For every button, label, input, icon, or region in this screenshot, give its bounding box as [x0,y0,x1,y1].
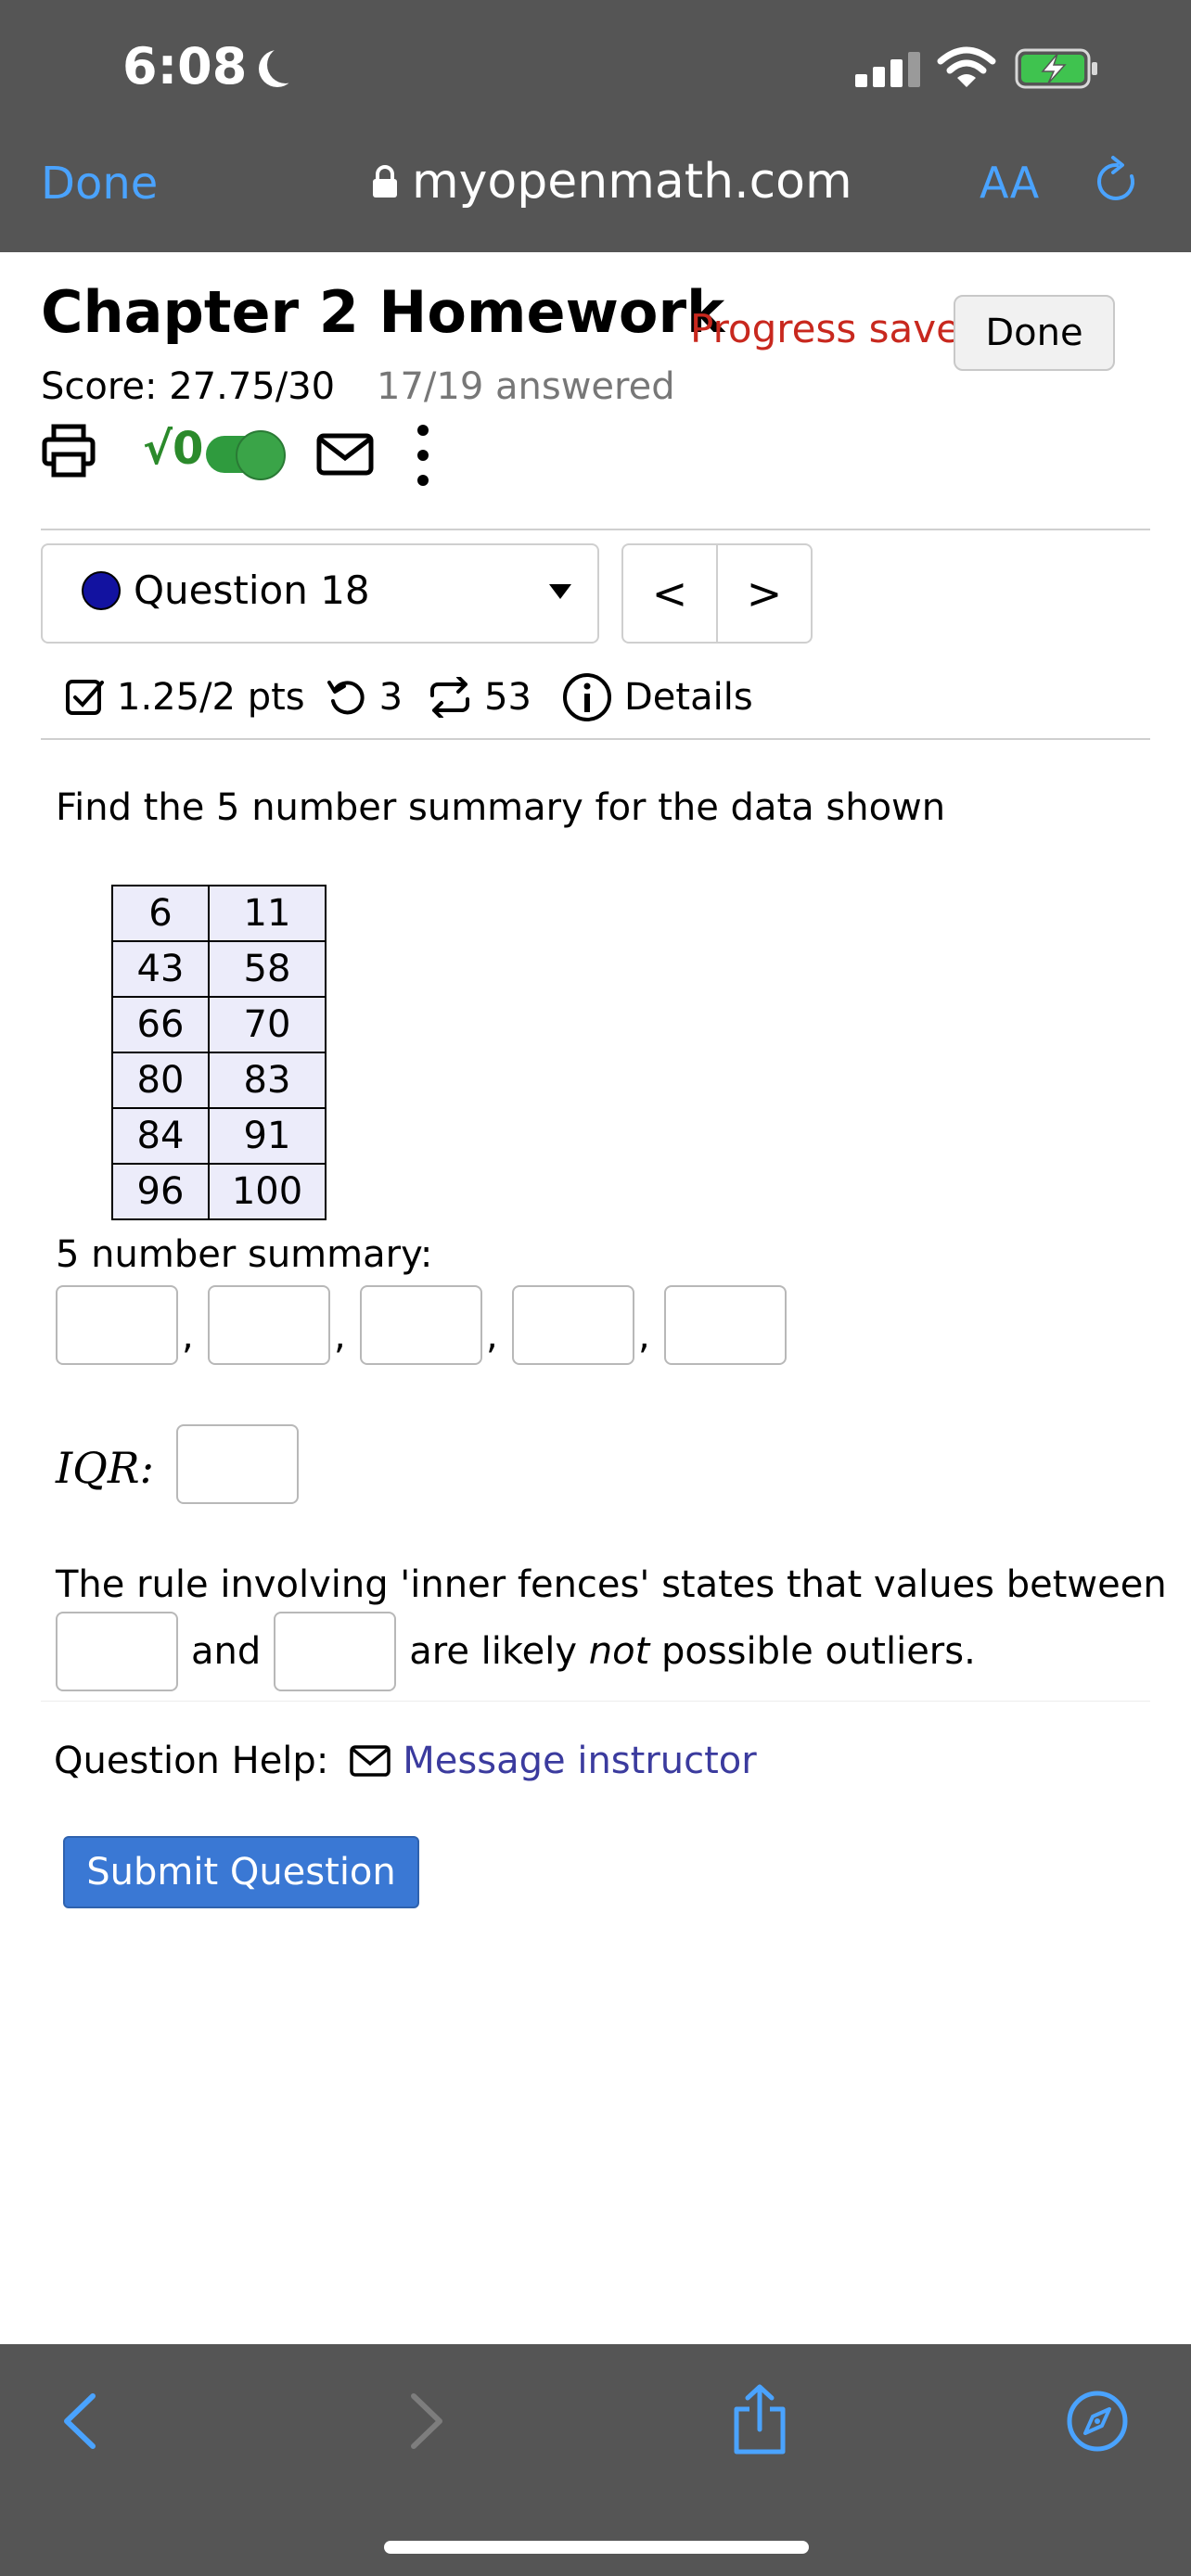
mail-icon[interactable] [315,432,375,477]
versions-icon [430,677,470,718]
lock-icon [373,165,397,198]
question-help-label: Question Help: [54,1740,329,1782]
rule-end-emphasis: not [588,1630,650,1673]
moon-icon [267,46,304,83]
details-link[interactable]: Details [624,676,753,719]
summary-input-1[interactable] [56,1285,178,1365]
table-cell: 70 [208,996,327,1053]
toggle-knob [236,430,286,480]
score-text: Score: 27.75/30 [41,365,336,408]
summary-input-2[interactable] [208,1285,330,1365]
data-table: 6 11 43 58 66 70 80 83 84 91 96 100 [111,885,327,1220]
math-entry-toggle[interactable] [206,430,286,480]
and-label: and [191,1630,262,1673]
battery-charging-icon [1015,48,1097,89]
table-cell: 96 [111,1163,210,1220]
question-help: Question Help: Message instructor [54,1740,757,1782]
summary-input-3[interactable] [360,1285,482,1365]
iqr-input[interactable] [176,1424,299,1504]
print-icon[interactable] [41,423,96,478]
table-cell: 83 [208,1052,327,1109]
summary-input-5[interactable] [664,1285,787,1365]
compass-icon[interactable] [1065,2389,1130,2454]
math-entry-icon: √0 [143,423,204,475]
checkbox-score-icon [66,680,104,715]
more-options-icon[interactable] [414,425,432,486]
home-indicator [384,2541,809,2554]
iqr-label: IQR: [56,1443,155,1493]
table-cell: 58 [208,940,327,998]
table-row: 66 70 [111,996,327,1053]
question-meta: 1.25/2 pts 3 53 Details [65,671,753,723]
upper-fence-input[interactable] [274,1612,397,1691]
table-cell: 6 [111,885,210,942]
divider [41,529,1150,530]
table-cell: 80 [111,1052,210,1109]
table-cell: 43 [111,940,210,998]
address-bar[interactable]: myopenmath.com [371,154,852,210]
separator: , [638,1315,650,1358]
assignment-done-button[interactable]: Done [954,295,1115,371]
back-icon[interactable] [58,2391,104,2452]
versions-count: 53 [484,676,531,719]
rule-end-pre: are likely [409,1630,589,1673]
question-status-dot [82,571,121,610]
message-instructor[interactable]: Message instructor [349,1740,757,1782]
table-row: 96 100 [111,1163,327,1220]
separator: , [334,1315,346,1358]
page-title: Chapter 2 Homework [41,278,725,346]
separator: , [182,1315,194,1358]
table-cell: 91 [208,1107,327,1165]
answered-count: 17/19 answered [377,365,675,408]
message-instructor-link[interactable]: Message instructor [403,1740,756,1782]
table-row: 43 58 [111,940,327,998]
lower-fence-input[interactable] [56,1612,178,1691]
info-icon[interactable] [561,671,613,723]
divider [41,738,1150,740]
table-row: 80 83 [111,1052,327,1109]
browser-done-button[interactable]: Done [41,158,158,210]
submit-question-button[interactable]: Submit Question [63,1836,419,1908]
text-size-button[interactable]: AA [980,158,1039,208]
table-cell: 11 [208,885,327,942]
previous-question-button[interactable]: < [623,545,718,642]
progress-status: Progress saved [690,306,985,351]
cellular-signal-icon [855,52,920,87]
five-number-summary-label: 5 number summary: [56,1233,433,1276]
retry-icon [327,681,365,715]
mail-icon [350,1745,391,1777]
table-row: 84 91 [111,1107,327,1165]
summary-input-4[interactable] [512,1285,634,1365]
inner-fence-rule-line: and are likely not possible outliers. [56,1612,976,1691]
table-cell: 100 [208,1163,327,1220]
table-cell: 84 [111,1107,210,1165]
wifi-icon [937,46,996,87]
inner-fence-rule-text: The rule involving 'inner fences' states… [56,1563,1167,1606]
url-text: myopenmath.com [412,154,852,210]
separator: , [486,1315,498,1358]
status-time-text: 6:08 [122,37,248,96]
question-select-label: Question 18 [134,567,370,613]
share-icon[interactable] [729,2383,790,2457]
next-question-button[interactable]: > [718,545,811,642]
dropdown-caret-icon [549,584,571,599]
table-cell: 66 [111,996,210,1053]
question-nav-buttons: < > [621,543,813,644]
reload-icon[interactable] [1091,154,1143,210]
rule-end-text: are likely not possible outliers. [409,1630,976,1673]
rule-end-post: possible outliers. [649,1630,976,1673]
points-text: 1.25/2 pts [117,676,305,719]
question-prompt: Find the 5 number summary for the data s… [56,786,946,829]
status-time: 6:08 [122,37,293,96]
forward-icon [411,2393,442,2449]
table-row: 6 11 [111,885,327,942]
divider [41,1701,1150,1702]
retries-count: 3 [378,676,403,719]
